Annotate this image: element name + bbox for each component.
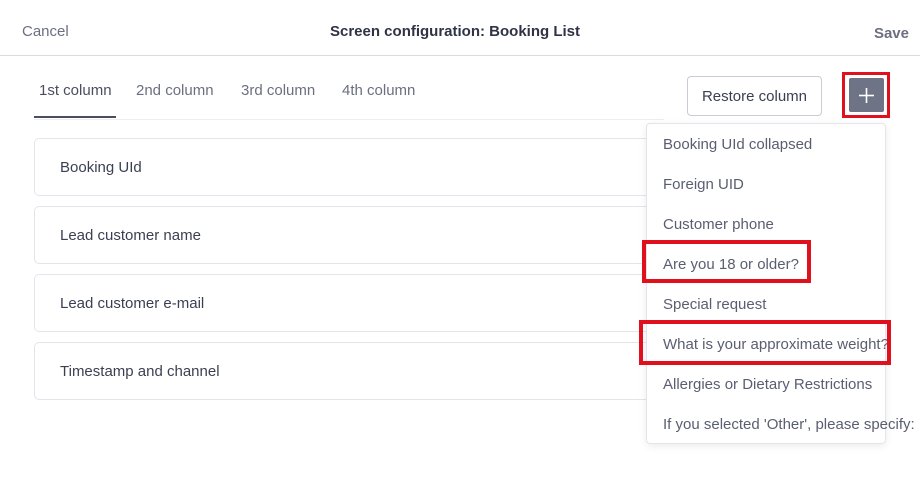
plus-icon — [859, 88, 874, 103]
dropdown-item-booking-uid-collapsed[interactable]: Booking UId collapsed — [663, 136, 812, 153]
dropdown-item-are-you-18[interactable]: Are you 18 or older? — [663, 256, 799, 273]
restore-column-button[interactable]: Restore column — [687, 76, 822, 116]
active-tab-indicator — [34, 116, 116, 118]
column-field-label: Lead customer e-mail — [60, 295, 205, 312]
dropdown-item-approximate-weight[interactable]: What is your approximate weight? — [663, 336, 889, 353]
column-field-card[interactable]: Booking UId — [34, 138, 714, 196]
column-field-label: Lead customer name — [60, 227, 201, 244]
dropdown-item-other-specify[interactable]: If you selected 'Other', please specify: — [663, 416, 915, 433]
column-field-label: Timestamp and channel — [60, 363, 220, 380]
tab-2nd-column[interactable]: 2nd column — [136, 82, 214, 99]
column-field-card[interactable]: Lead customer name — [34, 206, 714, 264]
add-field-dropdown: Booking UId collapsed Foreign UID Custom… — [646, 123, 915, 444]
add-column-button[interactable] — [849, 78, 884, 112]
dropdown-item-foreign-uid[interactable]: Foreign UID — [663, 176, 744, 193]
tab-1st-column[interactable]: 1st column — [39, 82, 112, 99]
dropdown-item-special-request[interactable]: Special request — [663, 296, 766, 313]
save-button[interactable]: Save — [874, 25, 909, 42]
column-field-label: Booking UId — [60, 159, 142, 176]
page-title: Screen configuration: Booking List — [329, 23, 580, 40]
dropdown-item-customer-phone[interactable]: Customer phone — [663, 216, 774, 233]
tab-4th-column[interactable]: 4th column — [342, 82, 415, 99]
tab-3rd-column[interactable]: 3rd column — [241, 82, 315, 99]
column-tabs: 1st column 2nd column 3rd column 4th col… — [34, 60, 664, 120]
dropdown-item-allergies[interactable]: Allergies or Dietary Restrictions — [663, 376, 872, 393]
column-field-card[interactable]: Timestamp and channel — [34, 342, 714, 400]
top-bar: Cancel Screen configuration: Booking Lis… — [0, 0, 920, 56]
column-field-card[interactable]: Lead customer e-mail — [34, 274, 714, 332]
